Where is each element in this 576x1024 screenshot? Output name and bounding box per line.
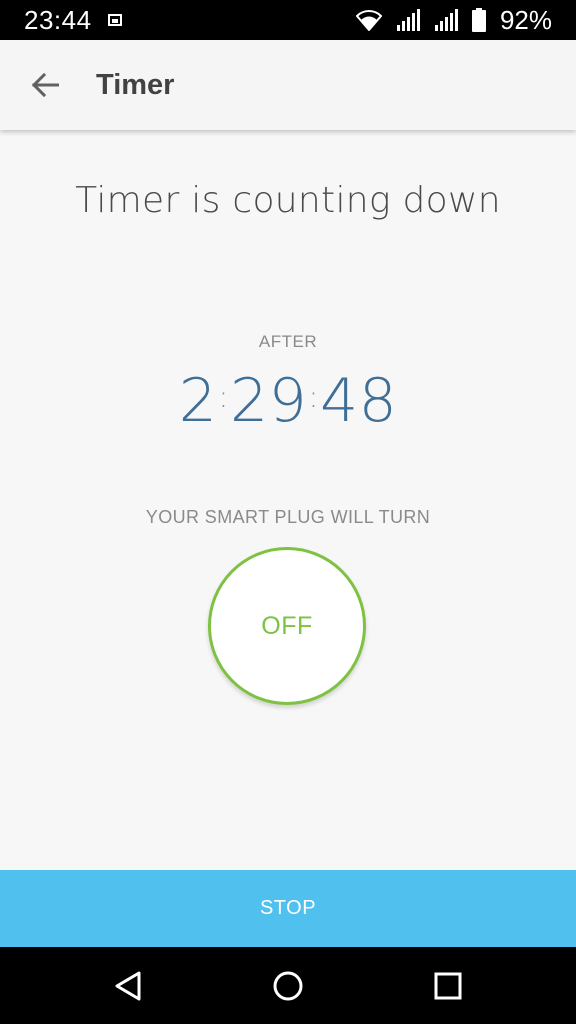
- recents-square-icon: [434, 972, 462, 999]
- system-nav-bar: [0, 947, 576, 1024]
- signal-icon: [434, 9, 458, 31]
- countdown-separator: :: [218, 380, 229, 415]
- page-title: Timer: [96, 68, 175, 101]
- status-time: 23:44: [24, 4, 92, 35]
- target-state-indicator: OFF: [208, 547, 366, 705]
- countdown-seconds: 48: [319, 366, 398, 436]
- battery-icon: [471, 8, 486, 32]
- battery-percent: 92%: [499, 4, 552, 35]
- stop-button-label: STOP: [259, 897, 317, 919]
- target-state-label: OFF: [261, 611, 313, 640]
- timer-status-headline: Timer is counting down: [75, 180, 501, 221]
- nav-recents-button[interactable]: [400, 947, 496, 1024]
- status-icons: 92%: [355, 4, 552, 36]
- app-bar: Timer: [0, 40, 576, 130]
- back-triangle-icon: [115, 971, 141, 1000]
- countdown-display: 2:29:48: [0, 362, 576, 437]
- countdown-minutes: 29: [229, 366, 308, 436]
- countdown-hours: 2: [178, 366, 218, 436]
- signal-icon: [396, 9, 420, 31]
- nav-home-button[interactable]: [240, 947, 336, 1024]
- nav-back-button[interactable]: [80, 947, 176, 1024]
- countdown-separator: :: [308, 380, 319, 415]
- image-notification-icon: [107, 14, 122, 26]
- arrow-back-icon: [31, 73, 59, 97]
- back-button[interactable]: [21, 61, 69, 109]
- stop-button[interactable]: STOP: [0, 870, 576, 947]
- status-bar: 23:44 92%: [0, 0, 576, 40]
- screen: 23:44 92% Timer Timer is counting down A…: [0, 0, 576, 1024]
- plug-action-label: YOUR SMART PLUG WILL TURN: [145, 507, 431, 527]
- home-circle-icon: [273, 971, 303, 1000]
- after-label: AFTER: [258, 332, 318, 351]
- wifi-icon: [355, 10, 382, 31]
